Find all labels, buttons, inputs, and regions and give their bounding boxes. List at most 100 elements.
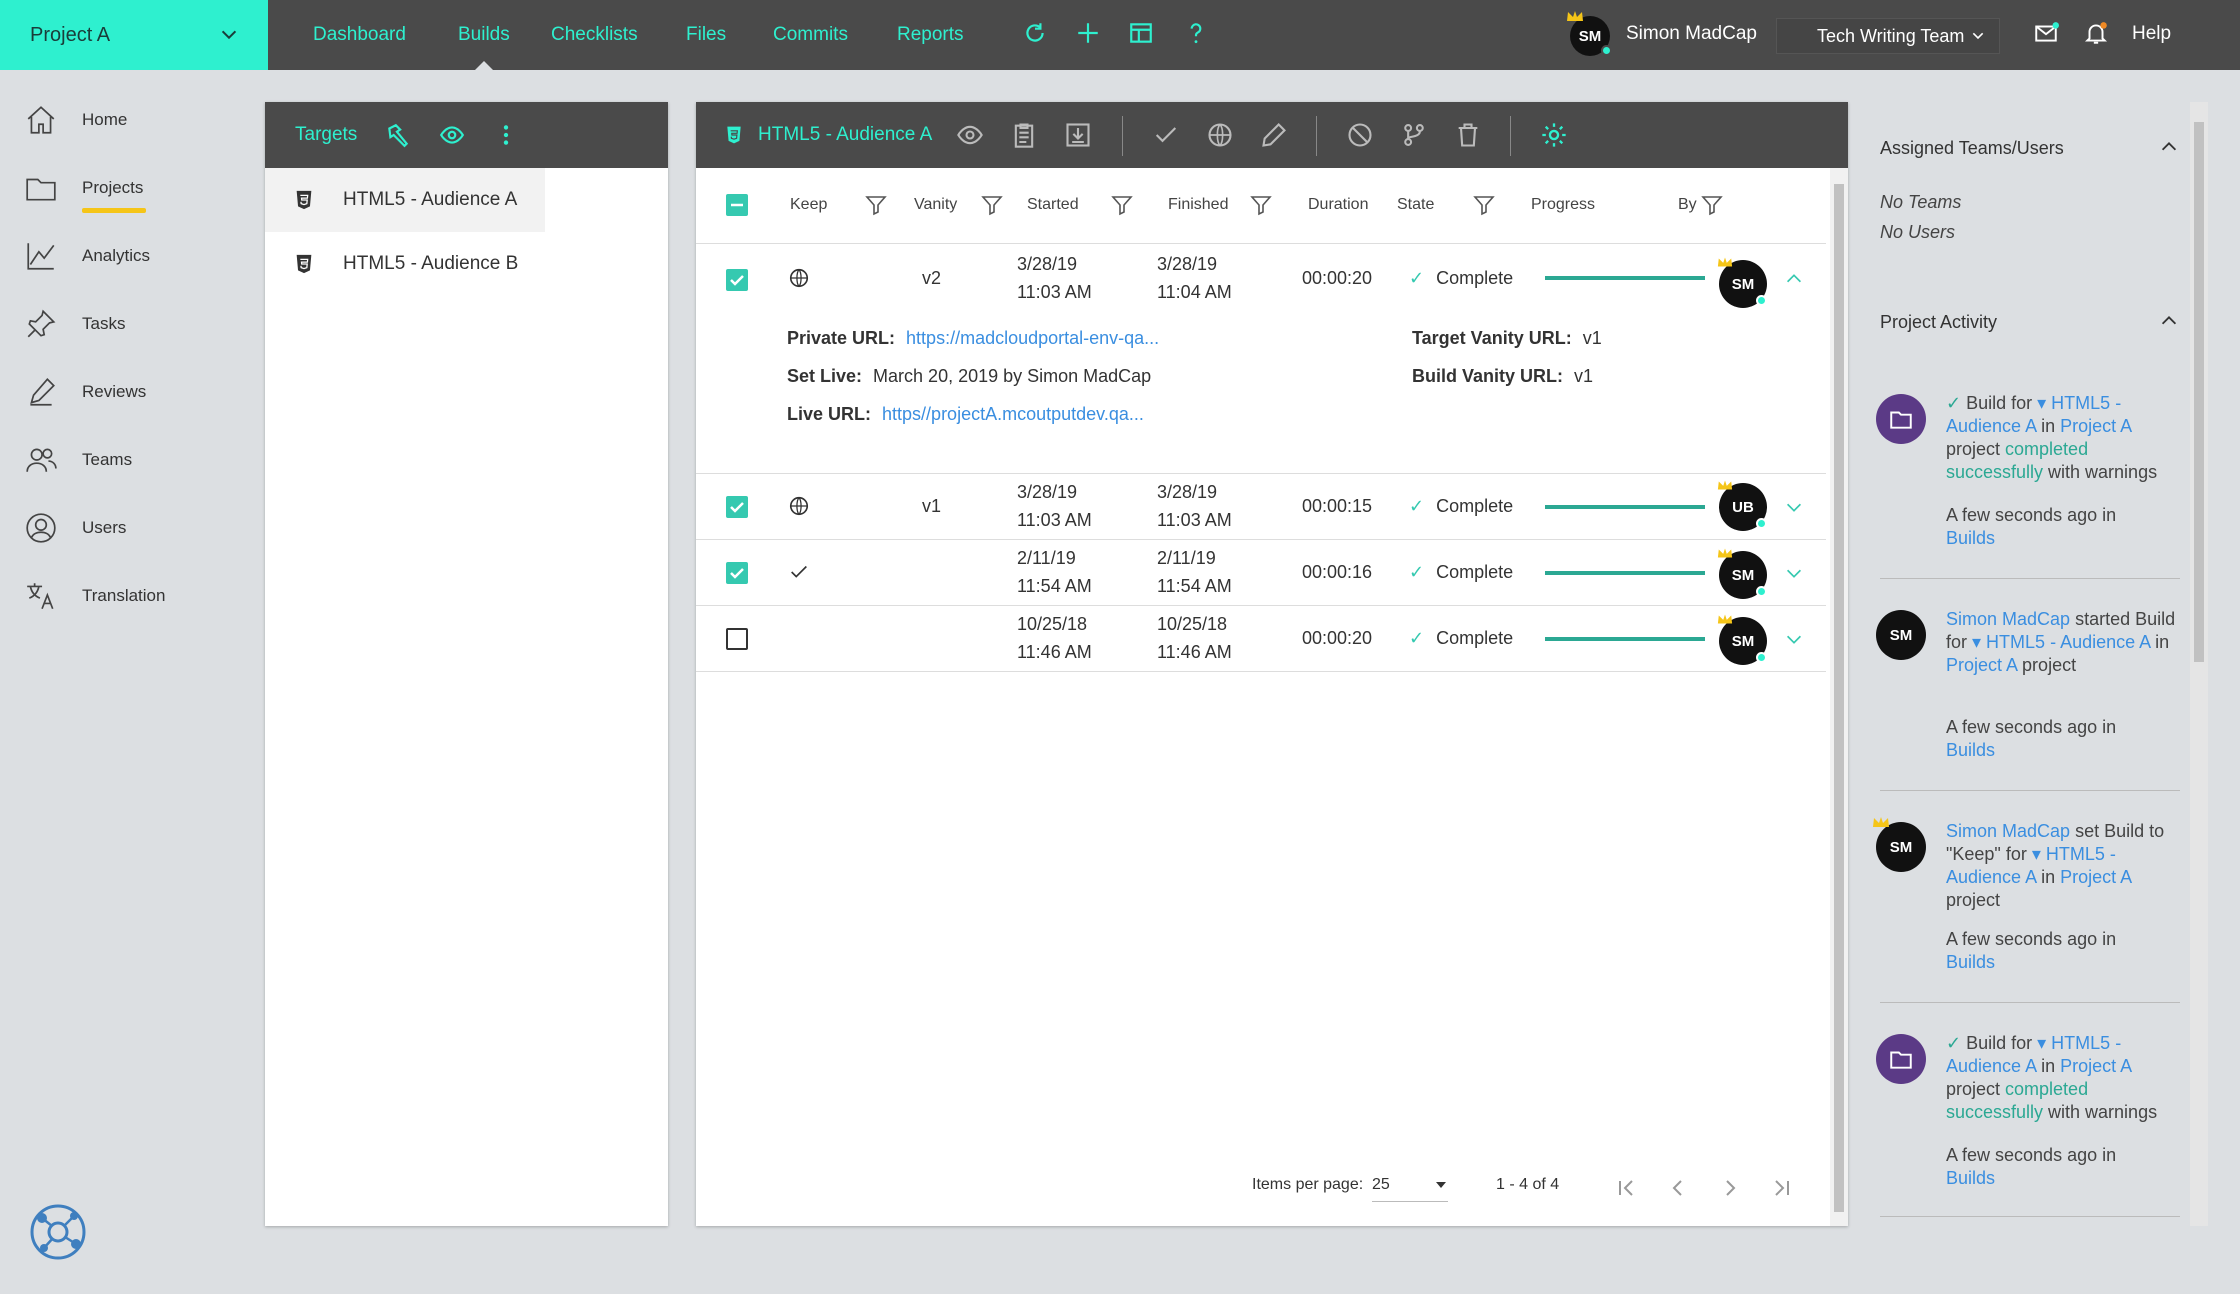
leftnav-item-tasks[interactable]: Tasks	[24, 304, 125, 344]
chevron-down-icon[interactable]	[1783, 562, 1805, 584]
chevron-down-icon	[221, 30, 237, 40]
crown-icon	[1717, 257, 1733, 267]
private-url-link[interactable]: https://madcloudportal-env-qa...	[906, 328, 1159, 348]
filter-icon[interactable]	[980, 193, 1004, 217]
table-row[interactable]: 2/11/19 11:54 AM 2/11/19 11:54 AM 00:00:…	[696, 540, 1826, 606]
filter-icon[interactable]	[1700, 193, 1724, 217]
scrollbar-thumb[interactable]	[1834, 184, 1844, 1212]
mail-icon[interactable]	[2032, 19, 2060, 47]
nav-commits[interactable]: Commits	[773, 0, 848, 70]
scrollbar[interactable]	[1830, 168, 1848, 1226]
previous-page-icon[interactable]	[1666, 1176, 1690, 1200]
activity-actor-link[interactable]: Simon MadCap	[1946, 609, 2070, 629]
chevron-down-icon[interactable]	[1783, 496, 1805, 518]
branch-icon[interactable]	[1400, 121, 1428, 149]
eye-icon[interactable]	[439, 122, 465, 148]
last-page-icon[interactable]	[1770, 1176, 1794, 1200]
team-selector[interactable]: Tech Writing Team	[1776, 18, 2000, 54]
chevron-up-icon[interactable]	[2158, 136, 2180, 158]
avatar[interactable]: SM	[1717, 548, 1767, 599]
globe-upload-icon[interactable]	[1206, 121, 1234, 149]
left-nav: Home Projects Analytics Tasks Reviews Te…	[0, 70, 266, 1294]
nav-checklists[interactable]: Checklists	[551, 0, 638, 70]
build-hammer-icon[interactable]	[385, 122, 411, 148]
items-per-page-select[interactable]: 25	[1372, 1168, 1448, 1202]
user-avatar[interactable]: SM	[1567, 11, 1612, 56]
first-page-icon[interactable]	[1614, 1176, 1638, 1200]
chevron-up-icon[interactable]	[2158, 310, 2180, 332]
leftnav-item-users[interactable]: Users	[24, 508, 126, 548]
question-icon[interactable]	[1182, 19, 1210, 47]
avatar-initials: SM	[1731, 566, 1755, 584]
user-name[interactable]: Simon MadCap	[1626, 23, 1757, 45]
add-icon[interactable]	[1074, 19, 1102, 47]
table-row[interactable]: v1 3/28/19 11:03 AM 3/28/19 11:03 AM 00:…	[696, 474, 1826, 540]
pencil-icon[interactable]	[1260, 121, 1288, 149]
activity-link-builds[interactable]: Builds	[1946, 740, 1995, 760]
filter-icon[interactable]	[1472, 193, 1496, 217]
progress-bar	[1545, 571, 1705, 575]
keep-checkbox[interactable]	[726, 269, 748, 291]
activity-link-builds[interactable]: Builds	[1946, 528, 1995, 548]
more-vertical-icon[interactable]	[493, 122, 519, 148]
chevron-down-icon[interactable]	[1783, 628, 1805, 650]
clipboard-icon[interactable]	[1010, 121, 1038, 149]
bell-icon[interactable]	[2082, 19, 2110, 47]
activity-link-builds[interactable]: Builds	[1946, 952, 1995, 972]
filter-icon[interactable]	[1249, 193, 1273, 217]
checkmark-icon[interactable]	[1152, 121, 1180, 149]
help-link[interactable]: Help	[2132, 23, 2171, 45]
avatar[interactable]: SM	[1717, 257, 1767, 308]
column-header-duration[interactable]: Duration	[1308, 196, 1368, 214]
column-header-progress[interactable]: Progress	[1531, 196, 1595, 214]
activity-actor-link[interactable]: Simon MadCap	[1946, 821, 2070, 841]
target-item[interactable]: HTML5 - Audience A	[265, 168, 545, 232]
column-header-vanity[interactable]: Vanity	[914, 196, 957, 214]
keep-checkbox[interactable]	[726, 562, 748, 584]
finished-time: 11:54 AM	[1157, 576, 1232, 596]
live-url-link[interactable]: https//projectA.mcoutputdev.qa...	[882, 404, 1144, 424]
column-header-started[interactable]: Started	[1027, 196, 1079, 214]
table-row[interactable]: 10/25/18 11:46 AM 10/25/18 11:46 AM 00:0…	[696, 606, 1826, 672]
avatar[interactable]: SM	[1876, 610, 1926, 660]
activity-link-builds[interactable]: Builds	[1946, 1168, 1995, 1188]
eye-icon[interactable]	[956, 121, 984, 149]
keep-checkbox[interactable]	[726, 496, 748, 518]
leftnav-item-teams[interactable]: Teams	[24, 440, 132, 480]
scrollbar[interactable]	[2190, 102, 2208, 1226]
column-header-state[interactable]: State	[1397, 196, 1434, 214]
column-header-by[interactable]: By	[1678, 196, 1697, 214]
table-row[interactable]: v2 3/28/19 11:03 AM 3/28/19 11:04 AM 00:…	[696, 244, 1826, 474]
avatar[interactable]: UB	[1717, 480, 1767, 531]
nav-builds[interactable]: Builds	[458, 0, 510, 70]
nav-reports[interactable]: Reports	[897, 0, 964, 70]
leftnav-item-reviews[interactable]: Reviews	[24, 372, 146, 412]
filter-icon[interactable]	[864, 193, 888, 217]
avatar[interactable]: SM	[1717, 614, 1767, 665]
avatar[interactable]: SM	[1873, 817, 1926, 872]
download-icon[interactable]	[1064, 121, 1092, 149]
leftnav-item-home[interactable]: Home	[24, 100, 127, 140]
cancel-icon[interactable]	[1346, 121, 1374, 149]
madcap-logo-icon[interactable]	[28, 1202, 88, 1262]
leftnav-item-analytics[interactable]: Analytics	[24, 236, 150, 276]
layout-icon[interactable]	[1127, 19, 1155, 47]
refresh-icon[interactable]	[1021, 19, 1049, 47]
scrollbar-thumb[interactable]	[2194, 122, 2204, 662]
select-all-checkbox[interactable]	[726, 194, 748, 216]
chevron-up-icon[interactable]	[1783, 268, 1805, 290]
column-header-keep[interactable]: Keep	[790, 196, 827, 214]
column-header-finished[interactable]: Finished	[1168, 196, 1228, 214]
project-selector[interactable]: Project A	[0, 0, 268, 70]
activity-time-text: A few seconds ago in	[1946, 717, 2117, 737]
keep-checkbox[interactable]	[726, 628, 748, 650]
filter-icon[interactable]	[1110, 193, 1134, 217]
leftnav-item-translation[interactable]: Translation	[24, 576, 165, 616]
trash-icon[interactable]	[1454, 121, 1482, 149]
nav-dashboard[interactable]: Dashboard	[313, 0, 406, 70]
nav-files[interactable]: Files	[686, 0, 726, 70]
leftnav-item-projects[interactable]: Projects	[24, 168, 143, 208]
next-page-icon[interactable]	[1718, 1176, 1742, 1200]
gear-icon[interactable]	[1540, 121, 1568, 149]
target-item[interactable]: HTML5 - Audience B	[265, 232, 668, 296]
